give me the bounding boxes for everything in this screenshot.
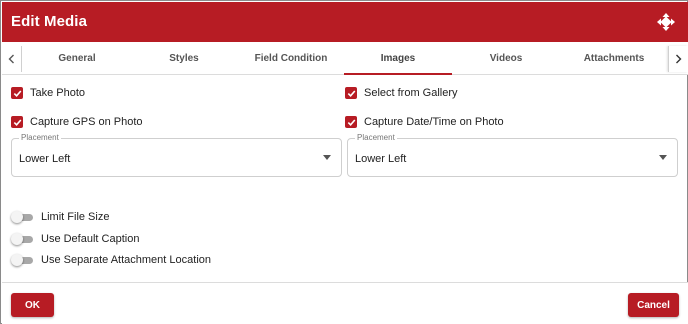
checkmark-icon <box>13 118 21 126</box>
take-photo-option[interactable]: Take Photo <box>11 87 85 99</box>
checkmark-icon <box>13 89 21 97</box>
dialog-header: Edit Media <box>2 2 688 42</box>
datetime-placement-select[interactable]: Placement Lower Left <box>347 133 678 177</box>
gps-placement-label: Placement <box>19 133 61 142</box>
tab-images[interactable]: Images <box>344 42 452 75</box>
tab-bar: General Styles Field Condition Images Vi… <box>2 42 688 75</box>
use-default-caption-option[interactable]: Use Default Caption <box>11 233 139 245</box>
capture-datetime-option[interactable]: Capture Date/Time on Photo <box>345 116 504 128</box>
tab-scroll-right-button[interactable] <box>668 46 688 72</box>
capture-gps-option[interactable]: Capture GPS on Photo <box>11 116 143 128</box>
tab-field-condition-label: Field Condition <box>254 53 328 64</box>
datetime-placement-label: Placement <box>355 133 397 142</box>
toggle-knob <box>11 254 23 266</box>
use-separate-location-toggle[interactable] <box>11 254 35 266</box>
tab-general[interactable]: General <box>24 42 130 75</box>
use-separate-location-label: Use Separate Attachment Location <box>41 254 211 266</box>
use-separate-location-option[interactable]: Use Separate Attachment Location <box>11 254 211 266</box>
limit-file-size-toggle[interactable] <box>11 211 35 223</box>
use-default-caption-toggle[interactable] <box>11 233 35 245</box>
dropdown-arrow-icon <box>323 155 331 160</box>
capture-gps-label: Capture GPS on Photo <box>30 116 143 128</box>
cancel-button[interactable]: Cancel <box>628 293 679 317</box>
gps-placement-value: Lower Left <box>19 153 71 165</box>
active-tab-indicator <box>344 73 452 75</box>
tab-attachments[interactable]: Attachments <box>560 42 668 75</box>
ok-button[interactable]: OK <box>11 293 54 317</box>
edit-media-dialog: Edit Media General Styles Field Conditio… <box>0 0 688 324</box>
dropdown-arrow-icon <box>659 155 667 160</box>
dialog-footer: OK Cancel <box>2 282 688 324</box>
dialog-title: Edit Media <box>11 13 88 30</box>
take-photo-label: Take Photo <box>30 87 86 99</box>
capture-gps-checkbox[interactable] <box>11 116 23 128</box>
checkmark-icon <box>347 89 355 97</box>
tab-images-label: Images <box>380 53 416 64</box>
tab-attachments-label: Attachments <box>583 53 645 64</box>
checkmark-icon <box>347 118 355 126</box>
capture-datetime-checkbox[interactable] <box>345 116 357 128</box>
toggle-knob <box>11 211 23 223</box>
tab-styles[interactable]: Styles <box>130 42 238 75</box>
select-from-gallery-label: Select from Gallery <box>364 87 458 99</box>
tab-videos[interactable]: Videos <box>452 42 560 75</box>
tab-scroll-left-button[interactable] <box>2 46 22 72</box>
chevron-left-icon <box>8 54 14 64</box>
take-photo-checkbox[interactable] <box>11 87 23 99</box>
tab-styles-label: Styles <box>169 53 199 64</box>
tab-field-condition[interactable]: Field Condition <box>238 42 344 75</box>
limit-file-size-option[interactable]: Limit File Size <box>11 211 109 223</box>
toggle-knob <box>11 233 23 245</box>
move-arrows-icon[interactable] <box>657 13 675 31</box>
gps-placement-select[interactable]: Placement Lower Left <box>11 133 342 177</box>
tab-videos-label: Videos <box>489 53 523 64</box>
chevron-right-icon <box>676 54 682 64</box>
datetime-placement-value: Lower Left <box>355 153 407 165</box>
tab-general-label: General <box>58 53 96 64</box>
select-from-gallery-checkbox[interactable] <box>345 87 357 99</box>
use-default-caption-label: Use Default Caption <box>41 233 140 245</box>
capture-datetime-label: Capture Date/Time on Photo <box>364 116 504 128</box>
select-from-gallery-option[interactable]: Select from Gallery <box>345 87 458 99</box>
limit-file-size-label: Limit File Size <box>41 211 110 223</box>
